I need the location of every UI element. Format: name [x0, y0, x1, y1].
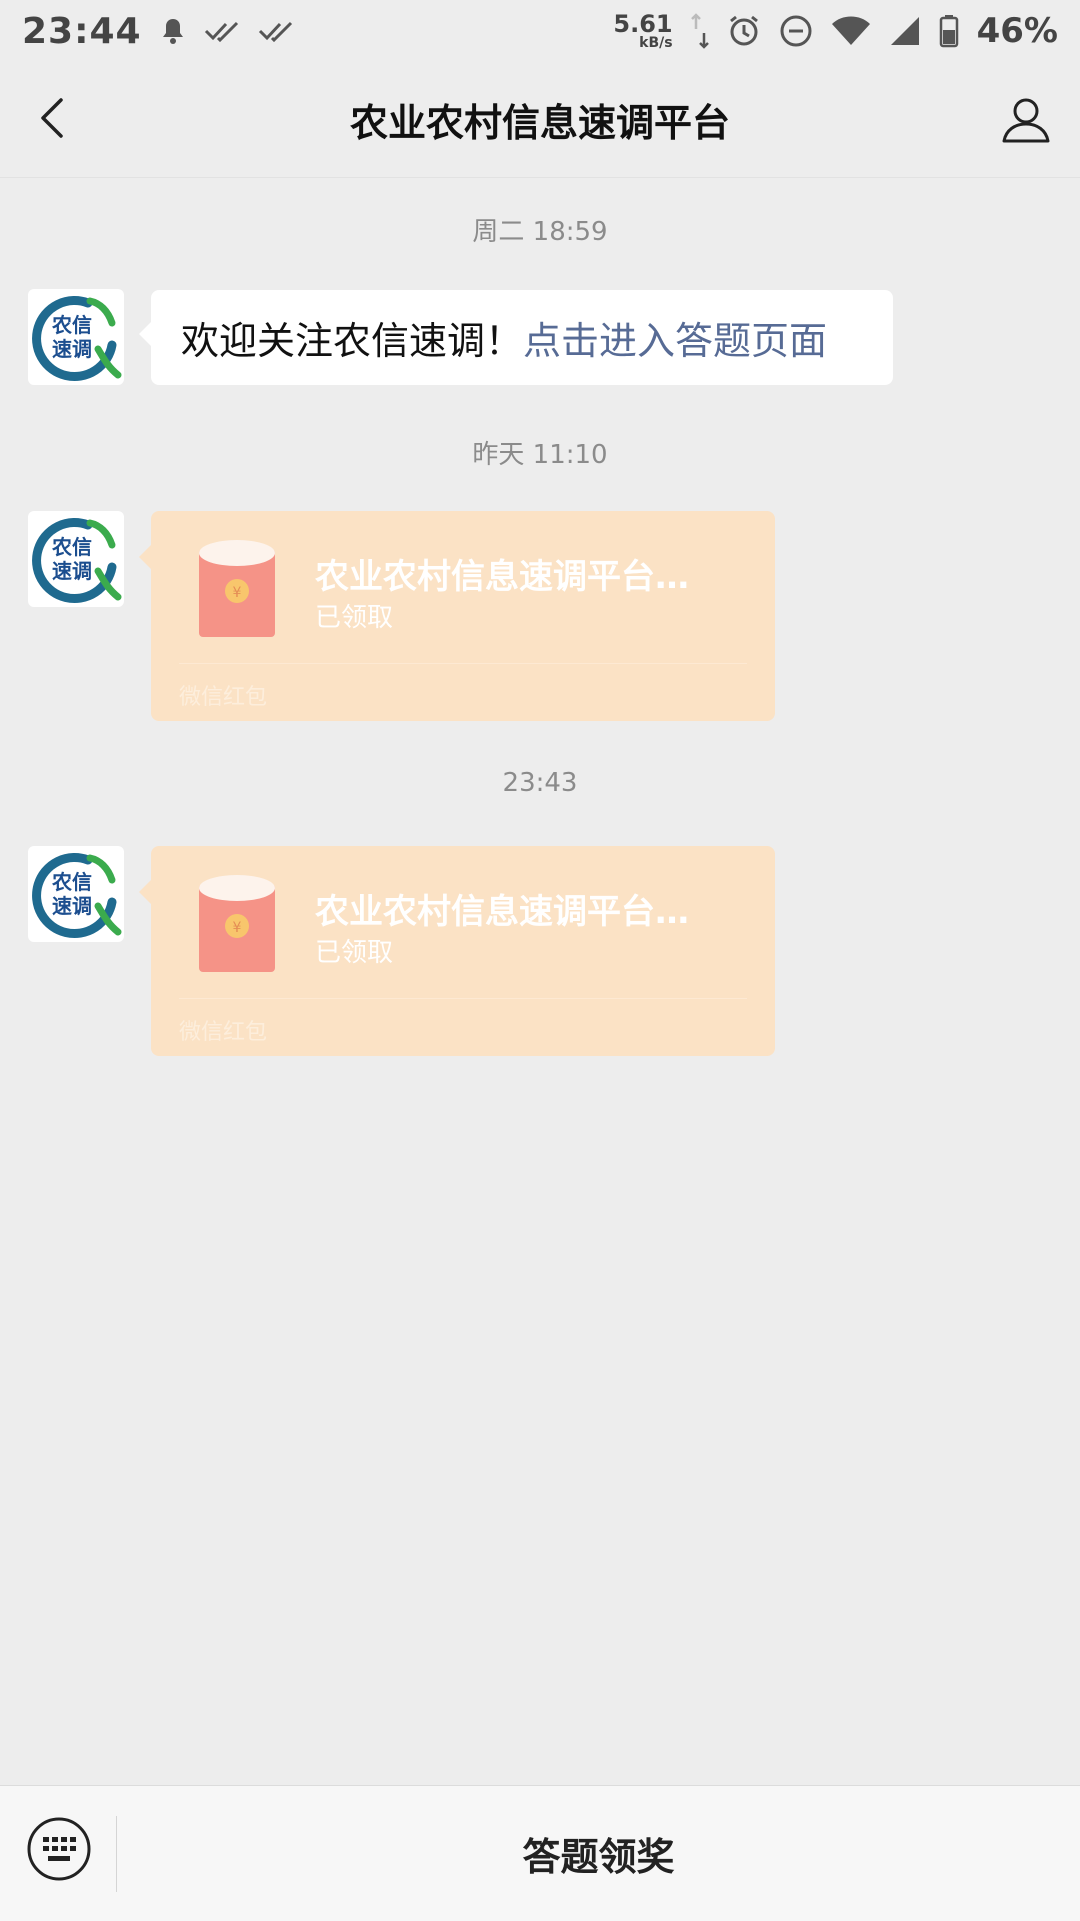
page-title: 农业农村信息速调平台: [349, 101, 730, 145]
red-packet-label: 微信红包: [179, 1020, 268, 1045]
profile-button[interactable]: [994, 90, 1058, 154]
wifi-icon: [831, 15, 871, 47]
avatar[interactable]: 农信 速调: [28, 289, 124, 385]
red-packet-title: 农业农村信息速调平台…: [315, 557, 689, 597]
double-check-icon: [258, 19, 294, 43]
welcome-message: 欢迎关注农信速调！ 点击进入答题页面: [139, 290, 893, 385]
chevron-left-icon: [37, 96, 67, 144]
bell-icon: [160, 17, 186, 45]
bottom-menu-bar: 答题领奖: [0, 1785, 1080, 1921]
keyboard-toggle-button[interactable]: [26, 1816, 92, 1882]
divider: [179, 998, 747, 999]
back-button[interactable]: [22, 90, 82, 150]
timestamp: 昨天 11:10: [472, 440, 608, 470]
red-packet-label: 微信红包: [179, 685, 268, 710]
person-icon: [1001, 96, 1051, 148]
avatar[interactable]: 农信 速调: [28, 511, 124, 607]
menu-button-quiz-reward[interactable]: 答题领奖: [117, 1786, 1080, 1921]
red-packet-title: 农业农村信息速调平台…: [315, 892, 689, 932]
red-envelope-icon: ¥: [199, 540, 275, 637]
welcome-text: 欢迎关注农信速调！: [181, 319, 524, 363]
timestamp: 23:43: [502, 768, 578, 798]
keyboard-icon: [27, 1817, 91, 1881]
battery-icon: [939, 14, 959, 48]
network-speed: 5.61 kB/s: [613, 10, 673, 51]
red-packet-message[interactable]: ¥ 农业农村信息速调平台… 已领取 微信红包: [139, 511, 775, 721]
quiz-link[interactable]: 点击进入答题页面: [523, 310, 827, 365]
svg-text:¥: ¥: [233, 920, 242, 936]
signal-icon: [889, 15, 921, 47]
alarm-icon: [727, 14, 761, 48]
battery-percent: 46%: [976, 11, 1058, 51]
divider: [179, 663, 747, 664]
do-not-disturb-icon: [779, 14, 813, 48]
timestamp: 周二 18:59: [472, 217, 608, 247]
status-time: 23:44: [22, 10, 142, 52]
avatar[interactable]: 农信 速调: [28, 846, 124, 942]
double-check-icon: [204, 19, 240, 43]
red-packet-message[interactable]: ¥ 农业农村信息速调平台… 已领取 微信红包: [139, 846, 775, 1056]
title-bar: 农业农村信息速调平台: [0, 62, 1080, 178]
red-packet-status: 已领取: [315, 938, 394, 968]
status-bar: 23:44 5.61 kB/s 46%: [0, 0, 1080, 62]
svg-text:¥: ¥: [233, 585, 242, 601]
red-envelope-icon: ¥: [199, 875, 275, 972]
data-transfer-icon: [690, 11, 709, 51]
red-packet-status: 已领取: [315, 603, 394, 633]
